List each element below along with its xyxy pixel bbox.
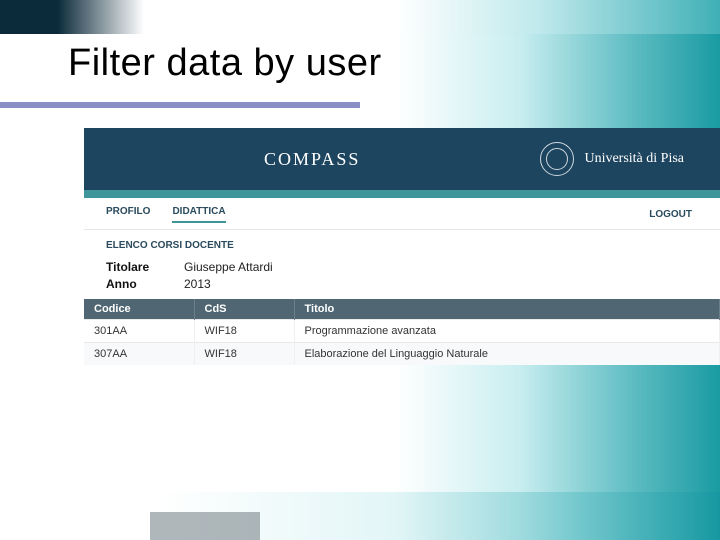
- cell-codice: 307AA: [84, 342, 194, 365]
- cell-codice: 301AA: [84, 319, 194, 342]
- slide: Filter data by user COMPASS Università d…: [0, 0, 720, 540]
- col-header-titolo[interactable]: Titolo: [294, 299, 720, 320]
- table-row[interactable]: 307AA WIF18 Elaborazione del Linguaggio …: [84, 342, 720, 365]
- cell-titolo: Elaborazione del Linguaggio Naturale: [294, 342, 720, 365]
- university-logo-block: Università di Pisa: [540, 142, 684, 176]
- meta-value-anno: 2013: [184, 276, 211, 293]
- table-header-row: Codice CdS Titolo: [84, 299, 720, 320]
- cell-cds: WIF18: [194, 319, 294, 342]
- section-title: ELENCO CORSI DOCENTE: [84, 230, 720, 259]
- table-row[interactable]: 301AA WIF18 Programmazione avanzata: [84, 319, 720, 342]
- university-name: Università di Pisa: [584, 152, 684, 167]
- nav-didattica[interactable]: DIDATTICA: [172, 206, 225, 223]
- col-header-codice[interactable]: Codice: [84, 299, 194, 320]
- slide-title: Filter data by user: [68, 42, 382, 85]
- slide-bottom-block: [150, 512, 260, 540]
- meta-row-titolare: Titolare Giuseppe Attardi: [106, 259, 698, 276]
- courses-table: Codice CdS Titolo 301AA WIF18 Programmaz…: [84, 299, 720, 365]
- app-brand: COMPASS: [84, 149, 540, 170]
- course-meta: Titolare Giuseppe Attardi Anno 2013: [84, 259, 720, 299]
- cell-cds: WIF18: [194, 342, 294, 365]
- meta-label-anno: Anno: [106, 276, 166, 293]
- university-seal-icon: [540, 142, 574, 176]
- app-accent-bar: [84, 190, 720, 198]
- meta-label-titolare: Titolare: [106, 259, 166, 276]
- cell-titolo: Programmazione avanzata: [294, 319, 720, 342]
- app-header: COMPASS Università di Pisa: [84, 128, 720, 190]
- app-nav: PROFILO DIDATTICA LOGOUT: [84, 198, 720, 230]
- slide-underline: [0, 102, 360, 108]
- nav-logout[interactable]: LOGOUT: [649, 209, 692, 224]
- embedded-app: COMPASS Università di Pisa PROFILO DIDAT…: [84, 128, 720, 365]
- col-header-cds[interactable]: CdS: [194, 299, 294, 320]
- nav-profilo[interactable]: PROFILO: [106, 206, 150, 223]
- meta-row-anno: Anno 2013: [106, 276, 698, 293]
- slide-bottom-gradient: [0, 492, 720, 540]
- slide-top-band: [0, 0, 720, 34]
- meta-value-titolare: Giuseppe Attardi: [184, 259, 273, 276]
